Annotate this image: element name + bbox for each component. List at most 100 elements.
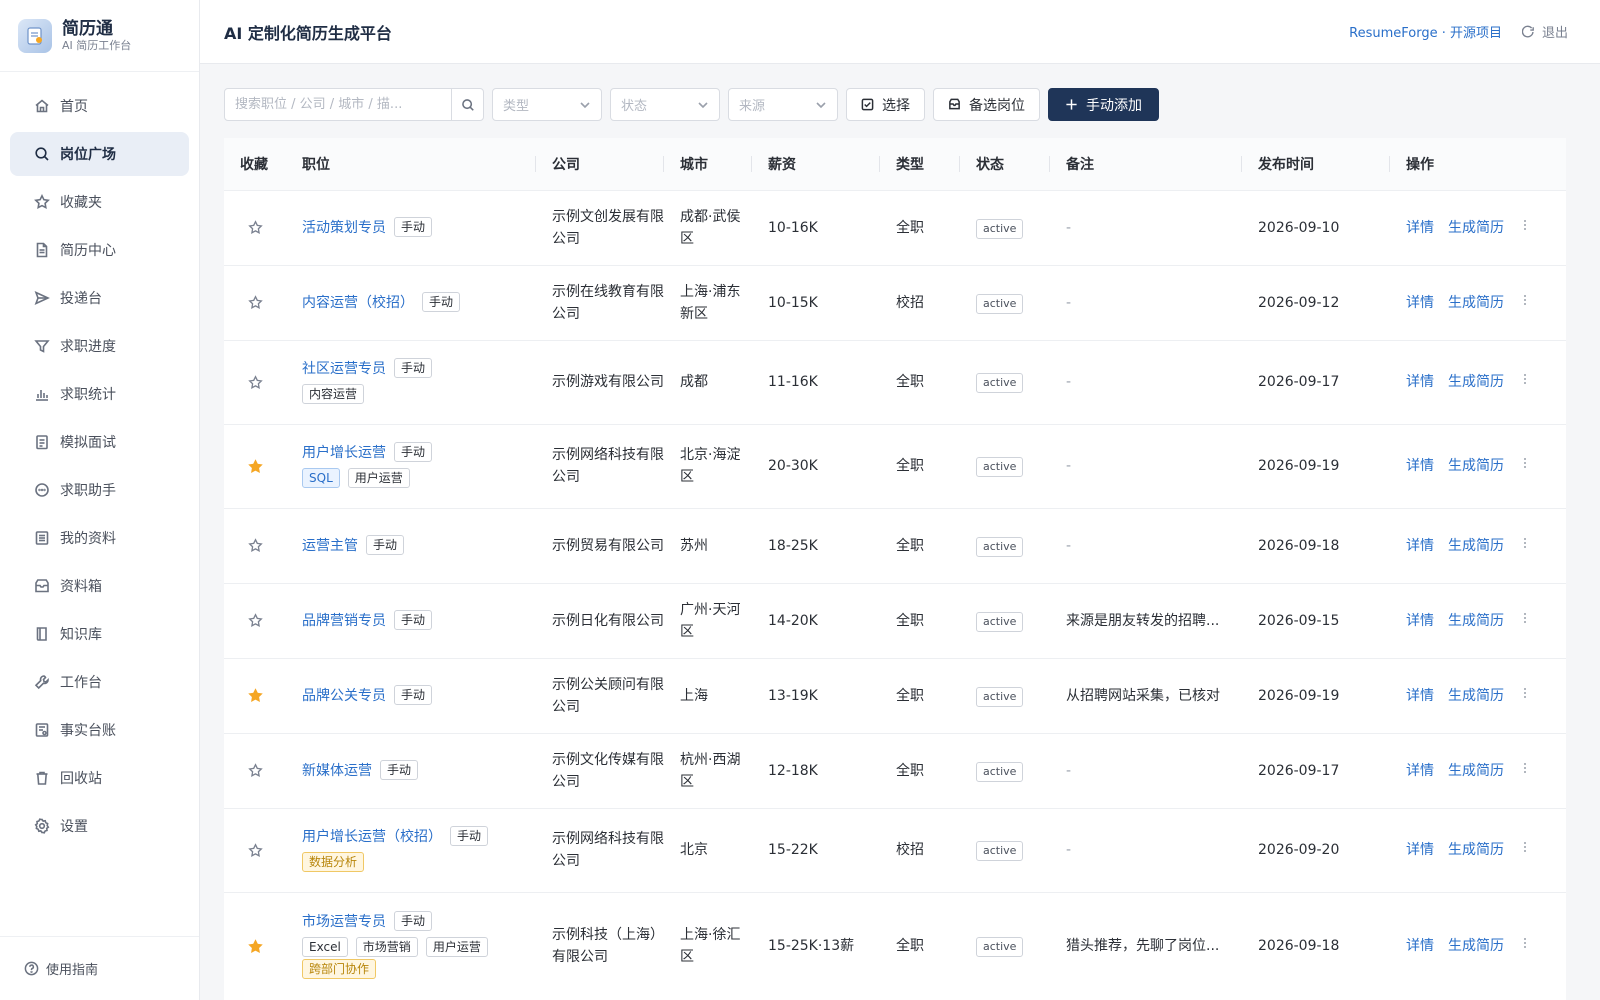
logout-label: 退出 xyxy=(1541,26,1568,41)
sidebar-item-2[interactable]: 收藏夹 xyxy=(10,180,189,224)
sidebar-item-8[interactable]: 求职助手 xyxy=(10,468,189,512)
job-title-link[interactable]: 运营主管 xyxy=(302,535,358,557)
table-header-row: 收藏 职位 公司 城市 薪资 类型 状态 备注 发布时间 操作 xyxy=(224,138,1566,191)
job-title-link[interactable]: 品牌营销专员 xyxy=(302,610,386,632)
sidebar-item-11[interactable]: 知识库 xyxy=(10,612,189,656)
table-row[interactable]: 用户增长运营 手动 SQL 用户运营 示例网络科技有限公司 北京·海淀区 20-30K 全职 a… xyxy=(224,424,1566,509)
table-row[interactable]: 市场运营专员 手动 Excel 市场营销 用户运营 跨部门协作 示例科技（上海）有限公司 上海… xyxy=(224,892,1566,1000)
more-icon[interactable] xyxy=(1518,217,1532,239)
project-link[interactable]: ResumeForge · 开源项目 xyxy=(1349,22,1502,41)
favorite-star-icon[interactable] xyxy=(247,220,263,235)
table-row[interactable]: 社区运营专员 手动 内容运营 示例游戏有限公司 成都 11-16K 全职 active -202… xyxy=(224,340,1566,425)
favorite-star-icon[interactable] xyxy=(247,374,263,390)
more-icon[interactable] xyxy=(1518,292,1532,314)
detail-link[interactable]: 详情 xyxy=(1406,839,1434,861)
logout-button[interactable]: 退出 xyxy=(1521,22,1568,41)
generate-resume-link[interactable]: 生成简历 xyxy=(1448,760,1504,782)
job-title-link[interactable]: 用户增长运营（校招） xyxy=(302,826,442,848)
more-icon[interactable] xyxy=(1518,610,1532,632)
sidebar-item-12[interactable]: 工作台 xyxy=(10,660,189,704)
detail-link[interactable]: 详情 xyxy=(1406,371,1434,393)
more-icon[interactable] xyxy=(1518,839,1532,861)
detail-link[interactable]: 详情 xyxy=(1406,610,1434,632)
more-icon[interactable] xyxy=(1518,535,1532,557)
guide-link[interactable]: 使用指南 xyxy=(0,936,199,1000)
job-title-link[interactable]: 社区运营专员 xyxy=(302,358,386,380)
column-header: 城市 xyxy=(664,138,752,191)
search-button[interactable] xyxy=(451,89,483,120)
sidebar-item-3[interactable]: 简历中心 xyxy=(10,228,189,272)
generate-resume-link[interactable]: 生成简历 xyxy=(1448,935,1504,957)
source-tag: 手动 xyxy=(394,442,433,462)
source-select[interactable]: 来源 xyxy=(728,88,838,121)
more-icon[interactable] xyxy=(1518,760,1532,782)
shortlist-button[interactable]: 备选岗位 xyxy=(933,88,1040,121)
job-title-link[interactable]: 内容运营（校招） xyxy=(302,292,414,314)
job-title-link[interactable]: 品牌公关专员 xyxy=(302,685,386,707)
search-input[interactable] xyxy=(225,89,452,120)
skill-tag: Excel xyxy=(302,937,348,957)
favorite-star-icon[interactable] xyxy=(247,613,263,628)
generate-resume-link[interactable]: 生成简历 xyxy=(1448,685,1504,707)
job-title-link[interactable]: 活动策划专员 xyxy=(302,217,386,239)
job-title-link[interactable]: 市场运营专员 xyxy=(302,911,386,933)
sidebar-item-10[interactable]: 资料箱 xyxy=(10,564,189,608)
favorite-star-icon[interactable] xyxy=(247,538,263,553)
generate-resume-link[interactable]: 生成简历 xyxy=(1448,371,1504,393)
select-button[interactable]: 选择 xyxy=(846,88,925,121)
sidebar-item-label: 资料箱 xyxy=(60,579,102,595)
chevron-down-icon xyxy=(580,101,590,108)
table-row[interactable]: 活动策划专员 手动 示例文创发展有限公司 成都·武侯区 10-16K 全职 active -2… xyxy=(224,190,1566,266)
status-select[interactable]: 状态 xyxy=(610,88,720,121)
detail-link[interactable]: 详情 xyxy=(1406,535,1434,557)
favorite-star-icon[interactable] xyxy=(247,295,263,310)
table-row[interactable]: 品牌公关专员 手动 示例公关顾问有限公司 上海 13-19K 全职 active 从招聘网站采… xyxy=(224,658,1566,734)
detail-link[interactable]: 详情 xyxy=(1406,217,1434,239)
table-row[interactable]: 品牌营销专员 手动 示例日化有限公司 广州·天河区 14-20K 全职 active 来源是朋… xyxy=(224,583,1566,659)
sidebar-item-6[interactable]: 求职统计 xyxy=(10,372,189,416)
job-title-link[interactable]: 用户增长运营 xyxy=(302,442,386,464)
column-header: 薪资 xyxy=(752,138,880,191)
sidebar-item-0[interactable]: 首页 xyxy=(10,84,189,128)
favorite-star-icon[interactable] xyxy=(247,688,263,703)
favorite-star-icon[interactable] xyxy=(247,763,263,778)
more-icon[interactable] xyxy=(1518,685,1532,707)
generate-resume-link[interactable]: 生成简历 xyxy=(1448,610,1504,632)
more-icon[interactable] xyxy=(1518,371,1532,393)
job-title-link[interactable]: 新媒体运营 xyxy=(302,760,372,782)
brand[interactable]: 简历通 AI 简历工作台 xyxy=(0,0,199,72)
generate-resume-link[interactable]: 生成简历 xyxy=(1448,455,1504,477)
generate-resume-link[interactable]: 生成简历 xyxy=(1448,217,1504,239)
table-row[interactable]: 运营主管 手动 示例贸易有限公司 苏州 18-25K 全职 active -2026-09-1… xyxy=(224,508,1566,584)
detail-link[interactable]: 详情 xyxy=(1406,935,1434,957)
salary-cell: 15-22K xyxy=(752,808,880,893)
generate-resume-link[interactable]: 生成简历 xyxy=(1448,292,1504,314)
column-header-label: 收藏 xyxy=(240,156,268,173)
sidebar-item-1[interactable]: 岗位广场 xyxy=(10,132,189,176)
add-job-button[interactable]: 手动添加 xyxy=(1048,88,1159,121)
sidebar-item-5[interactable]: 求职进度 xyxy=(10,324,189,368)
more-icon[interactable] xyxy=(1518,935,1532,957)
table-row[interactable]: 用户增长运营（校招） 手动 数据分析 示例网络科技有限公司 北京 15-22K 校招 acti… xyxy=(224,808,1566,893)
sidebar-item-4[interactable]: 投递台 xyxy=(10,276,189,320)
generate-resume-link[interactable]: 生成简历 xyxy=(1448,839,1504,861)
type-select[interactable]: 类型 xyxy=(492,88,602,121)
sidebar-item-9[interactable]: 我的资料 xyxy=(10,516,189,560)
favorite-star-icon[interactable] xyxy=(247,938,263,954)
favorite-star-icon[interactable] xyxy=(247,842,263,858)
table-row[interactable]: 新媒体运营 手动 示例文化传媒有限公司 杭州·西湖区 12-18K 全职 active -20… xyxy=(224,733,1566,809)
detail-link[interactable]: 详情 xyxy=(1406,455,1434,477)
detail-link[interactable]: 详情 xyxy=(1406,685,1434,707)
favorite-star-icon[interactable] xyxy=(247,458,263,474)
detail-link[interactable]: 详情 xyxy=(1406,760,1434,782)
sidebar-item-14[interactable]: 回收站 xyxy=(10,756,189,800)
sidebar-item-7[interactable]: 模拟面试 xyxy=(10,420,189,464)
wrench-icon xyxy=(34,675,49,690)
column-header: 备注 xyxy=(1050,138,1242,191)
detail-link[interactable]: 详情 xyxy=(1406,292,1434,314)
sidebar-item-13[interactable]: 事实台账 xyxy=(10,708,189,752)
table-row[interactable]: 内容运营（校招） 手动 示例在线教育有限公司 上海·浦东新区 10-15K 校招 activ… xyxy=(224,265,1566,341)
sidebar-item-15[interactable]: 设置 xyxy=(10,804,189,848)
more-icon[interactable] xyxy=(1518,455,1532,477)
generate-resume-link[interactable]: 生成简历 xyxy=(1448,535,1504,557)
